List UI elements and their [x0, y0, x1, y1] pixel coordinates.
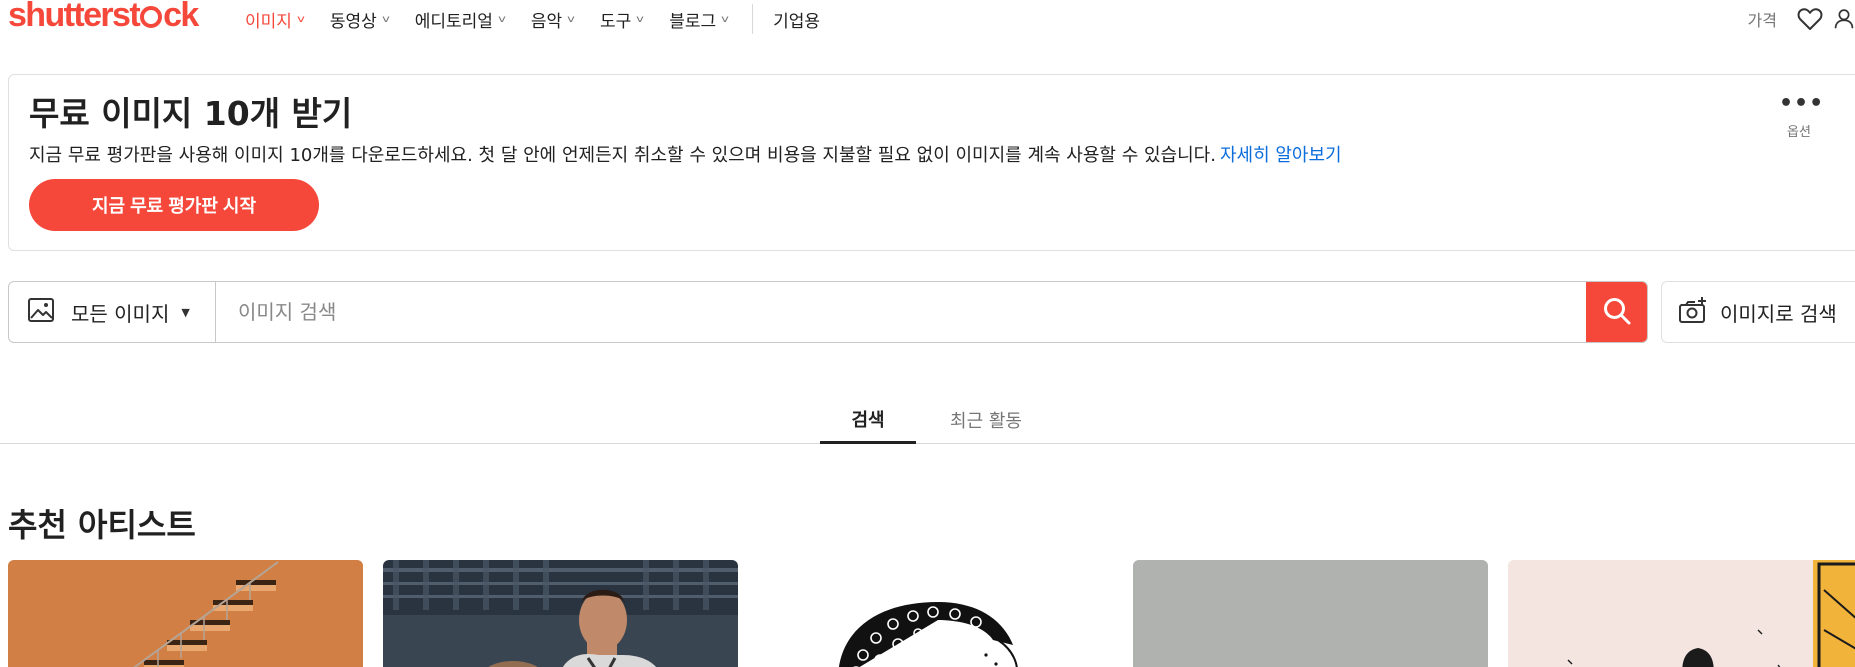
learn-more-link[interactable]: 자세히 알아보기	[1220, 145, 1342, 166]
search-bar: 모든 이미지 ▼	[8, 281, 1648, 343]
image-icon	[27, 297, 55, 327]
featured-artists-title: 추천 아티스트	[8, 506, 196, 544]
search-type-label: 모든 이미지	[71, 301, 170, 326]
chevron-down-icon: v	[498, 13, 506, 25]
search-type-dropdown[interactable]: 모든 이미지 ▼	[9, 282, 216, 342]
promo-description-text: 지금 무료 평가판을 사용해 이미지 10개를 다운로드하세요. 첫 달 안에 …	[29, 145, 1216, 166]
nav-item-editorial[interactable]: 에디토리얼 v	[414, 7, 506, 32]
featured-artists-row	[8, 560, 1855, 667]
main-nav: 이미지 v 동영상 v 에디토리얼 v 음악 v 도구 v 블로그 v 기업용	[245, 4, 846, 34]
nav-item-blog[interactable]: 블로그 v	[669, 7, 729, 32]
tab-search[interactable]: 검색	[820, 395, 916, 444]
logo-text-start: shutterst	[8, 0, 141, 34]
search-button[interactable]	[1586, 282, 1647, 342]
nav-item-tools[interactable]: 도구 v	[600, 7, 645, 32]
logo-ring	[140, 6, 163, 28]
pricing-link[interactable]: 가격	[1748, 7, 1777, 31]
chevron-down-icon: v	[636, 13, 645, 25]
more-dots-icon: •••	[1779, 91, 1825, 116]
artist-card[interactable]	[383, 560, 738, 667]
options-label: 옵션	[1787, 125, 1811, 140]
nav-item-music[interactable]: 음악 v	[530, 7, 575, 32]
options-menu[interactable]: ••• 옵션	[1779, 91, 1825, 141]
nav-item-label: 블로그	[669, 11, 717, 32]
heart-icon[interactable]	[1795, 4, 1825, 34]
nav-item-label: 이미지	[245, 11, 292, 32]
start-free-trial-button[interactable]: 지금 무료 평가판 시작	[29, 179, 319, 231]
nav-item-video[interactable]: 동영상 v	[329, 7, 390, 32]
logo-text-end: ck	[163, 0, 199, 34]
artist-image	[8, 560, 363, 667]
chevron-down-icon: v	[721, 13, 729, 25]
nav-item-label: 도구	[600, 11, 632, 32]
activity-tabs: 검색 최근 활동	[0, 395, 1855, 444]
nav-item-enterprise[interactable]: 기업용	[773, 7, 820, 32]
artist-image	[383, 560, 738, 667]
chevron-down-icon: v	[297, 13, 305, 25]
search-by-image-button[interactable]: 이미지로 검색	[1661, 281, 1855, 343]
tab-recent-activity[interactable]: 최근 활동	[946, 395, 1026, 444]
caret-down-icon: ▼	[181, 305, 190, 319]
chevron-down-icon: v	[381, 13, 390, 25]
free-trial-banner: 무료 이미지 10개 받기 지금 무료 평가판을 사용해 이미지 10개를 다운…	[8, 74, 1855, 251]
header-actions: 가격	[1748, 2, 1855, 36]
chevron-down-icon: v	[567, 13, 575, 25]
promo-title: 무료 이미지 10개 받기	[29, 94, 353, 133]
artist-card[interactable]	[758, 560, 1113, 667]
artist-card[interactable]	[8, 560, 363, 667]
top-header: shutterst ck 이미지 v 동영상 v 에디토리얼 v 음악 v 도구 v 블로그…	[0, 0, 1855, 38]
nav-divider	[752, 4, 754, 34]
artist-card[interactable]	[1133, 560, 1488, 667]
shutterstock-logo[interactable]: shutterst ck	[8, 0, 199, 35]
search-by-image-label: 이미지로 검색	[1720, 301, 1837, 326]
artist-image	[758, 560, 1113, 667]
search-input[interactable]	[216, 282, 1586, 342]
search-icon	[1602, 296, 1632, 329]
artist-image	[1133, 560, 1488, 667]
promo-description: 지금 무료 평가판을 사용해 이미지 10개를 다운로드하세요. 첫 달 안에 …	[29, 141, 1342, 167]
nav-item-label: 에디토리얼	[414, 11, 493, 32]
user-icon[interactable]	[1833, 4, 1855, 34]
artist-card[interactable]	[1508, 560, 1855, 667]
nav-item-images[interactable]: 이미지 v	[245, 7, 305, 32]
nav-item-label: 동영상	[329, 11, 377, 32]
nav-item-label: 음악	[530, 11, 563, 32]
camera-plus-icon	[1678, 296, 1708, 328]
artist-image	[1508, 560, 1855, 667]
